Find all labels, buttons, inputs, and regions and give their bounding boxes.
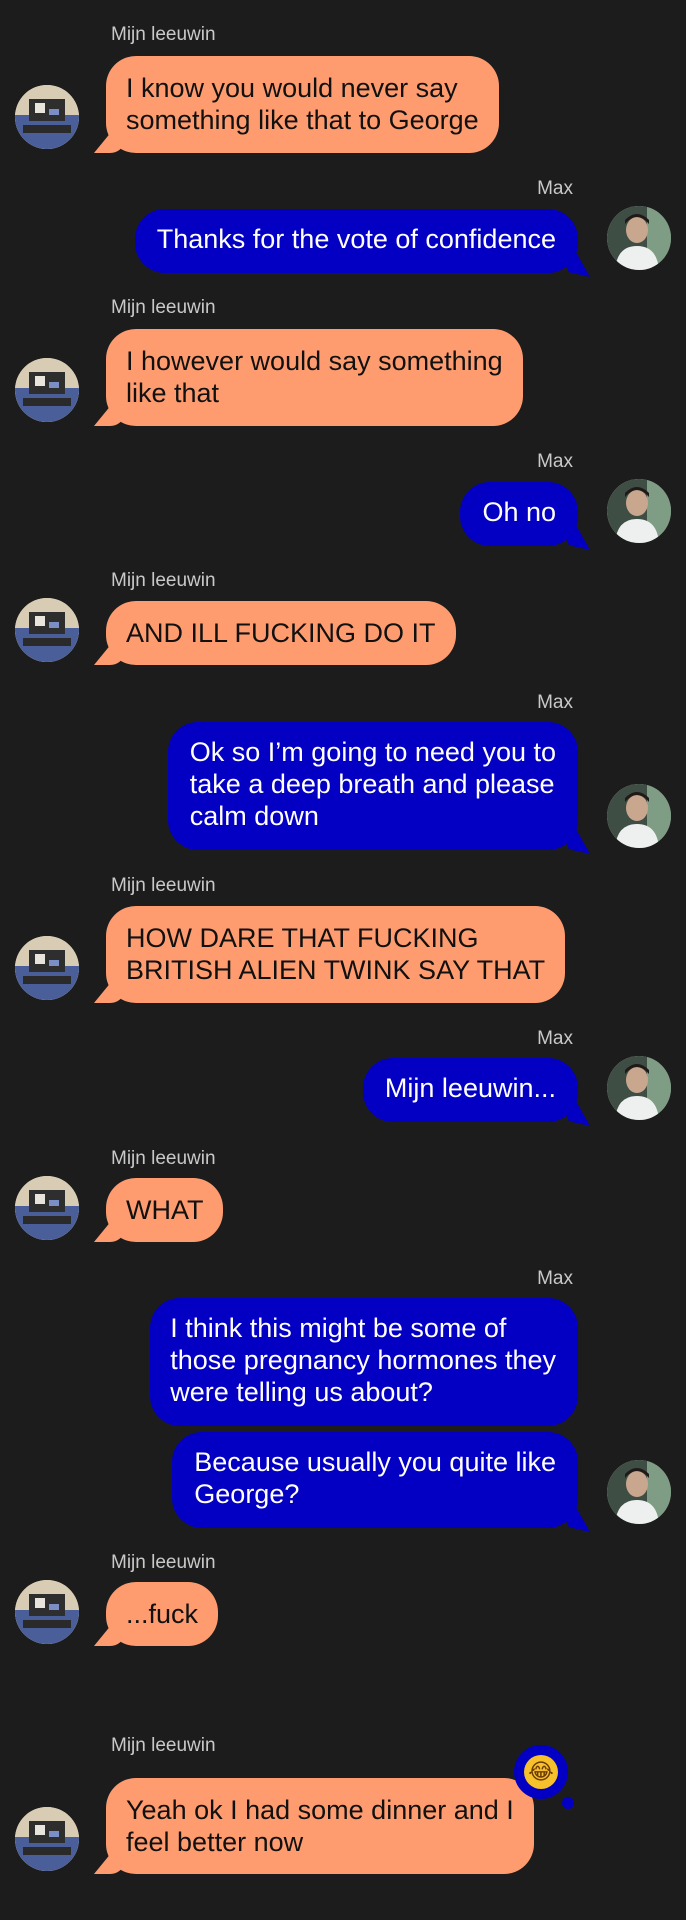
sender-name: Mijn leeuwin [111,1552,216,1573]
message-line: those pregnancy hormones they [170,1345,556,1375]
sender-name: Mijn leeuwin [111,875,216,896]
message-line: Ok so I’m going to need you to [189,737,556,767]
contact-avatar-leeuwin[interactable] [15,85,79,149]
rolling-on-floor-laughing-emoji-icon: 😂 [524,1755,558,1789]
incoming-message-bubble[interactable]: I however would say something like that [106,329,523,426]
reaction-badge[interactable]: 😂 [514,1745,574,1809]
sender-name: Max [537,1028,573,1049]
message-line: like that [126,378,220,408]
message-line: take a deep breath and please [189,769,555,799]
incoming-message-bubble[interactable]: ...fuck [106,1582,219,1646]
contact-avatar-leeuwin[interactable] [15,936,79,1000]
message-line: ...fuck [126,1599,199,1629]
outgoing-message-bubble[interactable]: Ok so I’m going to need you to take a de… [167,722,578,850]
contact-avatar-max[interactable] [607,1460,671,1524]
incoming-message-bubble[interactable]: HOW DARE THAT FUCKING BRITISH ALIEN TWIN… [106,906,566,1003]
contact-avatar-max[interactable] [607,479,671,543]
sender-name: Mijn leeuwin [111,24,216,45]
sender-name: Mijn leeuwin [111,1735,216,1756]
incoming-message-bubble[interactable]: I know you would never say something lik… [106,56,499,153]
contact-avatar-leeuwin[interactable] [15,358,79,422]
contact-avatar-leeuwin[interactable] [15,1176,79,1240]
message-line: Because usually you quite like [194,1447,556,1477]
incoming-message-bubble[interactable]: Yeah ok I had some dinner and I feel bet… [106,1778,534,1874]
sender-name: Mijn leeuwin [111,1148,216,1169]
outgoing-message-bubble[interactable]: Mijn leeuwin... [362,1058,578,1122]
contact-avatar-leeuwin[interactable] [15,1580,79,1644]
contact-avatar-max[interactable] [607,1056,671,1120]
incoming-message-bubble[interactable]: AND ILL FUCKING DO IT [106,601,456,665]
message-line: Yeah ok I had some dinner and I [126,1795,514,1825]
contact-avatar-leeuwin[interactable] [15,1807,79,1871]
sender-name: Max [537,178,573,199]
message-line: I know you would never say [126,73,458,103]
outgoing-message-bubble[interactable]: I think this might be some of those preg… [150,1298,578,1426]
contact-avatar-max[interactable] [607,784,671,848]
outgoing-message-bubble[interactable]: Because usually you quite like George? [172,1432,578,1528]
message-line: something like that to George [126,105,479,135]
message-line: Oh no [482,497,556,527]
outgoing-message-bubble[interactable]: Thanks for the vote of confidence [134,209,578,273]
incoming-message-bubble[interactable]: WHAT [106,1178,224,1242]
message-line: HOW DARE THAT FUCKING [126,923,479,953]
contact-avatar-leeuwin[interactable] [15,598,79,662]
message-line: AND ILL FUCKING DO IT [126,618,436,648]
message-line: WHAT [126,1195,204,1225]
message-line: I however would say something [126,346,503,376]
sender-name: Mijn leeuwin [111,297,216,318]
sender-name: Max [537,451,573,472]
message-line: were telling us about? [170,1377,433,1407]
message-line: feel better now [126,1827,304,1857]
sender-name: Max [537,1268,573,1289]
message-line: I think this might be some of [170,1313,507,1343]
message-line: George? [194,1479,300,1509]
message-line: Thanks for the vote of confidence [156,224,556,254]
contact-avatar-max[interactable] [607,206,671,270]
sender-name: Max [537,692,573,713]
message-line: Mijn leeuwin... [384,1073,556,1103]
sender-name: Mijn leeuwin [111,570,216,591]
message-line: BRITISH ALIEN TWINK SAY THAT [126,955,546,985]
outgoing-message-bubble[interactable]: Oh no [460,482,578,546]
message-line: calm down [189,801,319,831]
